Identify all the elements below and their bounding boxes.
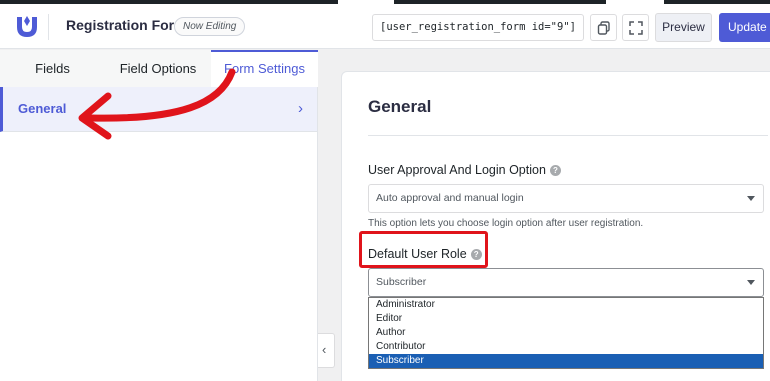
help-icon[interactable]: ? [549, 165, 561, 176]
section-title: General [368, 97, 432, 116]
fullscreen-icon [629, 21, 643, 35]
role-option-editor[interactable]: Editor [369, 312, 763, 326]
preview-button[interactable]: Preview [655, 13, 712, 42]
section-divider [368, 135, 768, 136]
caret-down-icon [747, 280, 755, 285]
role-option-administrator[interactable]: Administrator [369, 298, 763, 312]
settings-card: General User Approval And Login Option? … [341, 71, 770, 381]
form-title: Registration Form [66, 17, 187, 33]
default-role-select[interactable]: Subscriber [368, 268, 764, 297]
role-option-author[interactable]: Author [369, 326, 763, 340]
approval-select[interactable]: Auto approval and manual login [368, 184, 764, 213]
annotation-arrow [78, 68, 236, 140]
default-role-options: Administrator Editor Author Contributor … [368, 297, 764, 369]
approval-help-text: This option lets you choose login option… [368, 218, 644, 229]
approval-label-text: User Approval And Login Option [368, 163, 546, 177]
chevron-left-icon: ‹ [322, 342, 327, 357]
caret-down-icon [747, 196, 755, 201]
header-divider [48, 14, 49, 40]
copy-icon [597, 21, 610, 35]
update-form-button[interactable]: Update form [719, 13, 770, 42]
approval-select-value: Auto approval and manual login [376, 192, 524, 204]
shortcode-field[interactable]: [user_registration_form id="9"] [372, 14, 584, 41]
fullscreen-button[interactable] [622, 14, 649, 41]
user-registration-logo-icon[interactable] [14, 13, 40, 39]
annotation-highlight-box [359, 231, 488, 268]
role-option-contributor[interactable]: Contributor [369, 340, 763, 354]
default-role-select-value: Subscriber [376, 276, 427, 288]
role-option-subscriber[interactable]: Subscriber [369, 354, 763, 368]
approval-label: User Approval And Login Option? [368, 163, 561, 177]
collapse-sidebar-button[interactable]: ‹ [318, 333, 335, 368]
builder-header: Registration Form Now Editing [user_regi… [0, 4, 770, 49]
status-badge: Now Editing [174, 17, 246, 36]
copy-shortcode-button[interactable] [590, 14, 617, 41]
chevron-right-icon: › [298, 100, 303, 117]
